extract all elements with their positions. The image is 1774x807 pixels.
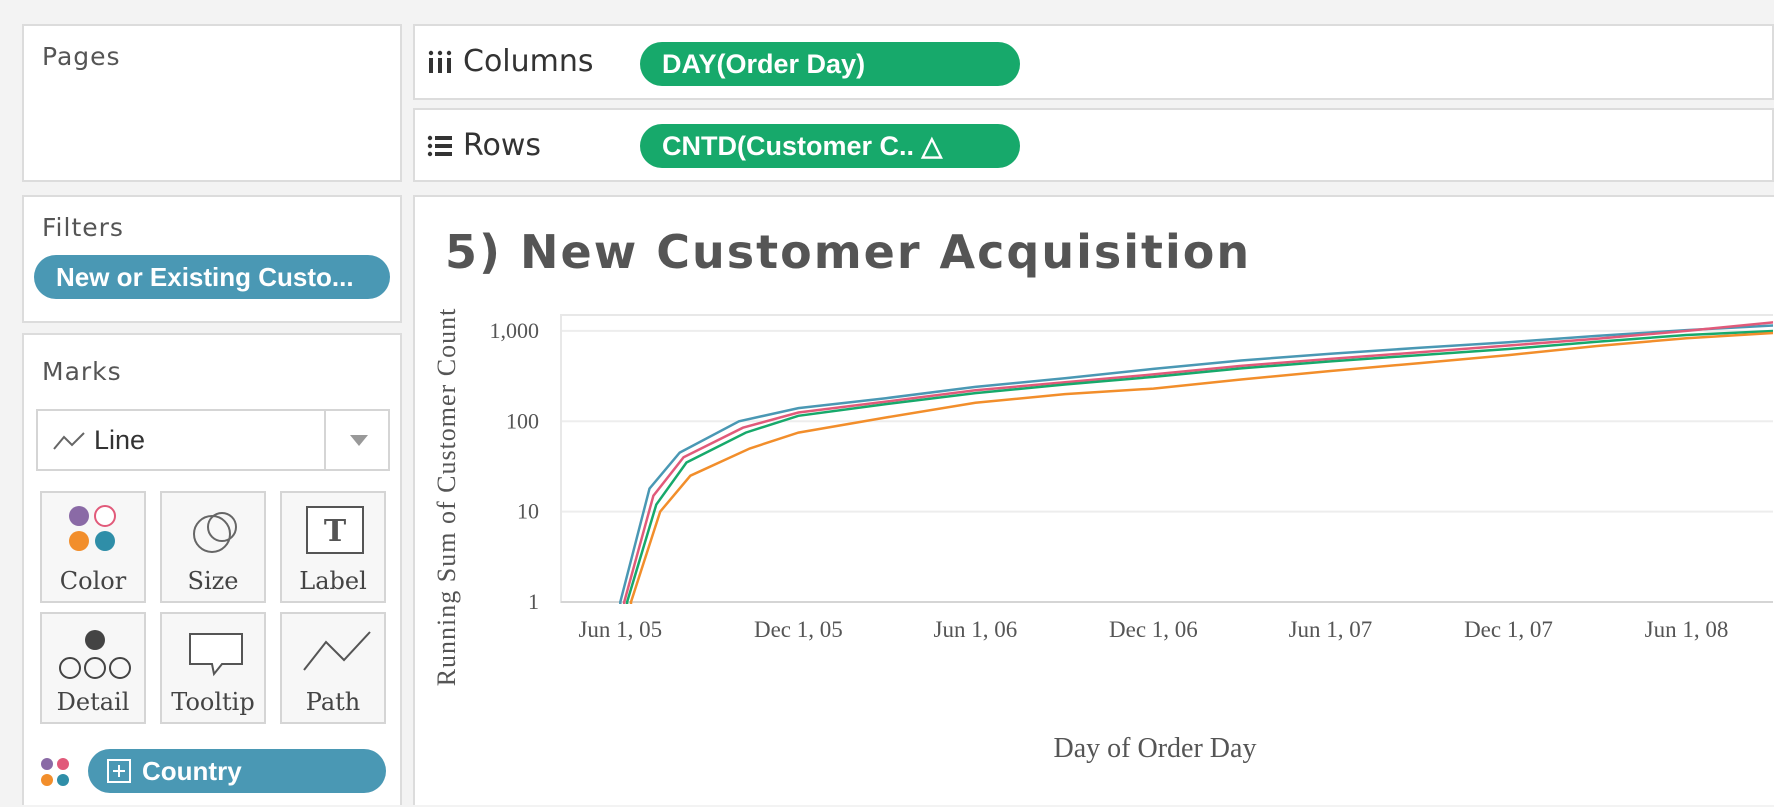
columns-pill[interactable]: DAY(Order Day) [640,42,1020,86]
x-axis-label: Day of Order Day [1054,733,1257,764]
y-tick-label: 1 [528,589,539,614]
x-tick-label: Jun 1, 05 [578,617,662,642]
x-tick-label: Dec 1, 05 [754,617,843,642]
rows-shelf[interactable]: Rows CNTD(Customer C.. △ [413,108,1774,182]
line-chart[interactable]: 1 10 100 1,000 Jun 1, 05 Dec 1, 05 Jun 1, 06 D… [415,197,1773,807]
x-tick-label: Jun 1, 07 [1289,617,1373,642]
pages-panel[interactable]: Pages [22,24,402,182]
series-line[interactable] [629,331,1773,604]
detail-card-label: Detail [56,688,130,716]
line-mark-icon [53,431,85,450]
color-icon [69,505,116,551]
series-line[interactable] [625,329,1773,604]
svg-text:T: T [324,514,347,549]
path-icon [303,631,371,671]
chevron-down-icon[interactable] [350,435,368,446]
filter-pill[interactable]: New or Existing Custo... [34,255,390,299]
detail-icon [59,630,131,679]
size-card-label: Size [187,567,239,595]
size-card[interactable]: Size [160,491,266,603]
rows-pill[interactable]: CNTD(Customer C.. △ [640,124,1020,168]
mark-type-dropdown[interactable]: Line [36,409,390,471]
path-card-label: Path [305,688,361,716]
rows-icon [427,135,452,156]
tooltip-icon [189,633,243,677]
size-icon [193,512,237,553]
color-card-label: Color [59,567,127,595]
x-tick-label: Jun 1, 06 [934,617,1018,642]
expand-icon[interactable] [106,758,132,784]
y-axis-label: Running Sum of Customer Count [432,308,461,687]
mark-type-selection: Line [52,425,145,456]
y-tick-label: 1,000 [490,318,540,343]
tooltip-card[interactable]: Tooltip [160,612,266,724]
mark-type-label: Line [94,425,146,455]
columns-shelf[interactable]: Columns DAY(Order Day) [413,24,1774,100]
filters-panel[interactable]: Filters New or Existing Custo... [22,195,402,323]
filters-title: Filters [42,213,124,242]
y-tick-label: 100 [506,408,539,433]
rows-shelf-label: Rows [427,128,541,163]
columns-shelf-label: Columns [427,44,594,79]
country-pill[interactable]: Country [88,749,386,793]
pages-title: Pages [42,42,121,71]
y-tick-label: 10 [517,499,539,524]
country-pill-label: Country [142,755,242,786]
detail-card[interactable]: Detail [40,612,146,724]
label-card-label: Label [299,567,367,595]
color-card[interactable]: Color [40,491,146,603]
marks-panel[interactable]: Marks Line Color Size T Label Detail Too… [22,333,402,805]
color-legend-icon [41,758,69,786]
x-tick-label: Dec 1, 06 [1109,617,1198,642]
dropdown-divider [324,411,326,469]
tooltip-card-label: Tooltip [171,688,255,716]
plot-area [560,314,1773,603]
x-tick-label: Dec 1, 07 [1464,617,1553,642]
columns-label: Columns [463,44,594,79]
path-card[interactable]: Path [280,612,386,724]
label-icon: T [306,506,364,554]
columns-icon [428,50,452,73]
label-card[interactable]: T Label [280,491,386,603]
chart-view[interactable]: 5) New Customer Acquisition 1 10 100 1,000 … [413,195,1774,805]
marks-title: Marks [42,357,122,386]
x-tick-label: Jun 1, 08 [1645,617,1729,642]
rows-label: Rows [463,128,542,163]
series-line[interactable] [619,324,1773,604]
